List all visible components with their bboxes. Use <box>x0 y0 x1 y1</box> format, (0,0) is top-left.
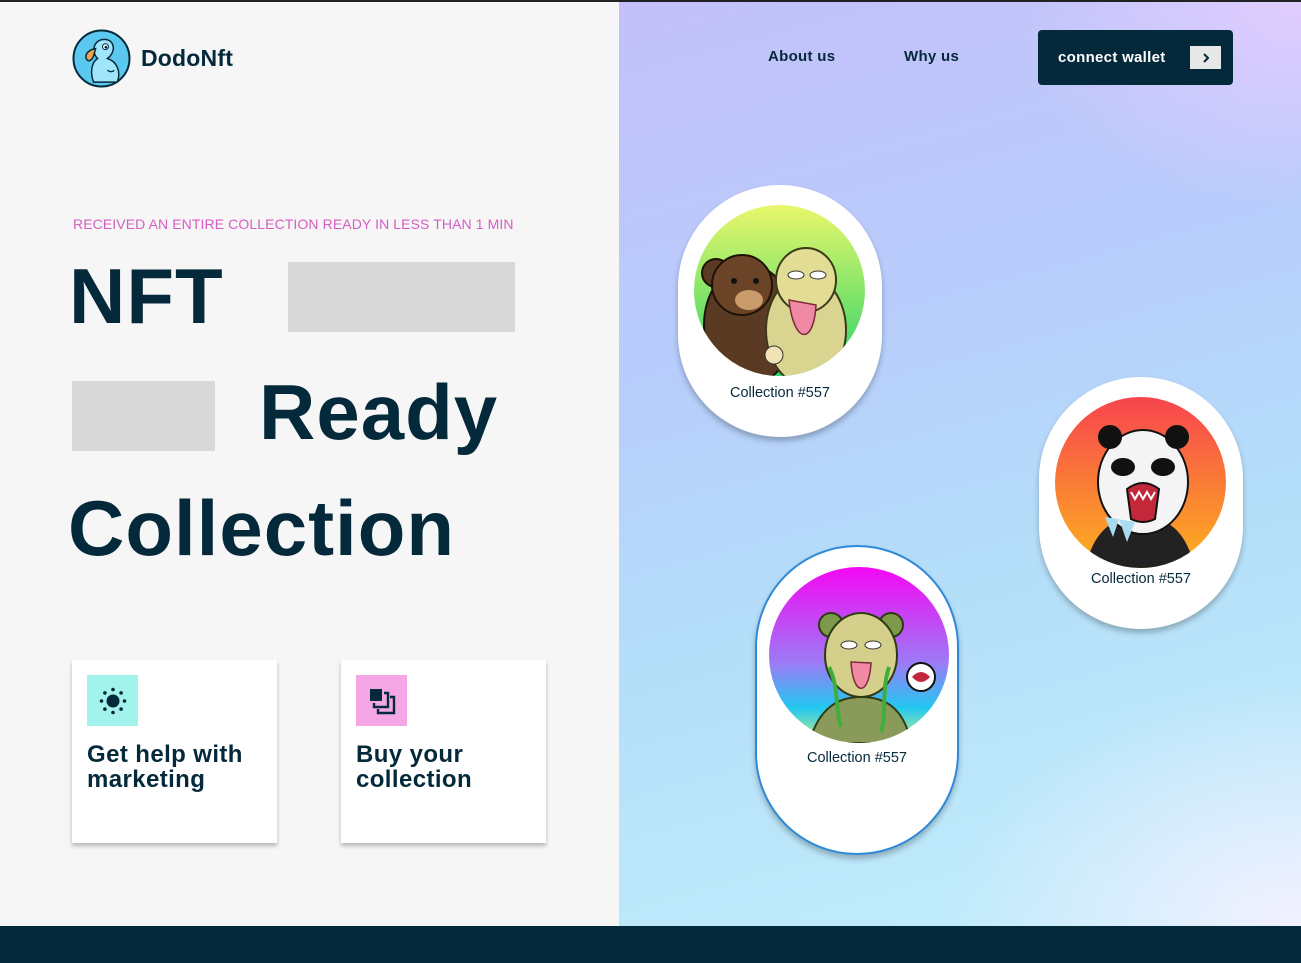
hero-eyebrow: RECEIVED AN ENTIRE COLLECTION READY IN L… <box>73 216 514 232</box>
hero-placeholder-block <box>288 262 515 332</box>
nav-why-us[interactable]: Why us <box>904 48 959 65</box>
collection-card-selected[interactable]: Collection #557 <box>755 545 959 855</box>
feature-title-line: marketing <box>87 766 206 794</box>
footer-bar <box>0 926 1301 963</box>
hero-title-collection: Collection <box>68 484 456 572</box>
vine-bear-zombie-art <box>769 567 949 743</box>
connect-wallet-button[interactable]: connect wallet <box>1038 30 1233 85</box>
top-border <box>0 0 1301 2</box>
connect-wallet-label: connect wallet <box>1058 49 1166 66</box>
hero-placeholder-block <box>72 381 215 451</box>
collection-label: Collection #557 <box>1091 571 1191 587</box>
brand-name: DodoNft <box>141 45 234 71</box>
collection-card[interactable]: Collection #557 <box>1039 377 1243 629</box>
feature-title-line: Get help with <box>87 741 243 768</box>
brand-logo[interactable]: DodoNft <box>72 29 233 88</box>
hero-title-ready: Ready <box>259 368 499 456</box>
bear-zombie-art <box>694 205 865 376</box>
dodo-bird-icon <box>72 29 131 88</box>
nav-about-us[interactable]: About us <box>768 48 835 65</box>
sun-icon <box>87 675 138 726</box>
feature-card-title: Buy your collection <box>356 741 531 794</box>
chevron-right-icon <box>1190 46 1221 69</box>
feature-card-buy[interactable]: Buy your collection <box>341 660 546 843</box>
panda-zombie-art <box>1055 397 1226 568</box>
feature-title-line: collection <box>356 766 473 794</box>
collection-card[interactable]: Collection #557 <box>678 185 882 437</box>
collection-label: Collection #557 <box>807 750 907 766</box>
stacked-squares-icon <box>356 675 407 726</box>
feature-card-marketing[interactable]: Get help with marketing <box>72 660 277 843</box>
hero-title-nft: NFT <box>69 252 224 340</box>
feature-title-line: Buy your <box>356 741 464 768</box>
feature-card-title: Get help with marketing <box>87 741 262 794</box>
collection-label: Collection #557 <box>730 385 830 401</box>
